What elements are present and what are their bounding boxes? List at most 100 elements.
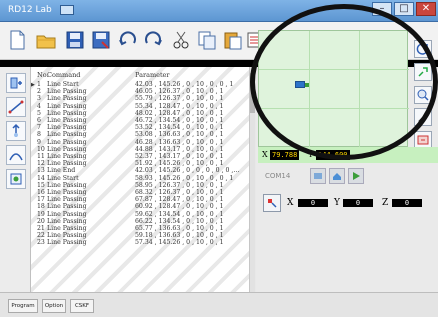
row-no: 6 [37,117,41,124]
app-window: RD12 Lab – □ ✕ No. Command Parameter ▶ 1… [0,0,438,317]
row-command: Line Passing [47,210,87,218]
command-table: No. Command Parameter ▶ 1 Line Start 42.03 … [31,67,255,292]
row-command: Line Passing [47,117,87,124]
row-command: Line End [47,167,76,175]
new-file-icon[interactable] [4,27,30,53]
table-row[interactable]: 2 Line Passing 46.05 , 126.37 , 0 , 10 , 0… [31,88,254,95]
table-row[interactable]: ▶ 1 Line Start 42.03 , 145.26 , 0 , 10 , 0 … [31,81,254,88]
table-row[interactable]: 5 Line Passing 48.02 , 128.47 , 0 , 10 , 0… [31,110,254,117]
jog-button[interactable] [263,194,281,212]
open-folder-icon[interactable] [33,27,59,53]
dispense-dot-button[interactable] [6,169,26,189]
row-no: 22 [37,232,45,240]
cut-icon[interactable] [168,27,194,53]
minimize-button[interactable]: – [372,2,392,16]
save-icon[interactable] [62,27,88,53]
table-row[interactable]: 8 Line Passing 53.08 , 136.63 , 0 , 10 , 0… [31,131,254,138]
scrollbar-thumb[interactable] [250,73,255,113]
maximize-button[interactable]: □ [394,2,414,16]
row-no: 21 [37,225,45,232]
row-no: 4 [37,102,41,110]
jog-x-value[interactable]: 0 [298,199,328,207]
z-move-button[interactable] [6,121,26,141]
zoom-out-button[interactable] [414,86,432,104]
row-parameter: 66.22 , 134.54 , 0 , 10 , 0 , 1 [135,217,224,225]
jog-icon [268,199,277,208]
table-row[interactable]: 23 Line Passing 57.34 , 145.26 , 0 , 10 , … [31,239,254,246]
home-button[interactable] [329,168,345,184]
table-row[interactable]: 18 Line Passing 60.92 , 128.47 , 0 , 10 , … [31,203,254,211]
table-row[interactable]: 7 Line Passing 53.52 , 134.54 , 0 , 10 , 0… [31,124,254,132]
table-row[interactable]: 6 Line Passing 46.72 , 134.54 , 0 , 10 , 0… [31,117,254,124]
window-title: RD12 Lab [8,5,52,15]
copy-icon[interactable] [194,27,220,53]
row-parameter: 67.87 , 128.47 , 0 , 10 , 0 , 1 [135,196,224,204]
row-no: 20 [37,217,45,225]
row-no: 14 [37,174,45,182]
table-row[interactable]: 17 Line Passing 67.87 , 128.47 , 0 , 10 , … [31,196,254,204]
arc-point-button[interactable] [6,145,26,165]
close-button[interactable]: ✕ [416,2,436,16]
coordinate-readout: X 79.788 Y 144.600 [258,147,438,163]
table-row[interactable]: 9 Line Passing 46.28 , 136.63 , 0 , 10 , 0… [31,138,254,146]
table-row[interactable]: 20 Line Passing 66.22 , 134.54 , 0 , 10 , … [31,217,254,225]
row-command: Line Passing [47,189,87,196]
fit-view-icon [417,135,429,145]
table-row[interactable]: 15 Line Passing 58.95 , 126.37 , 0 , 10 , … [31,181,254,189]
tab-program[interactable]: Program [8,299,38,313]
table-row[interactable]: 10 Line Passing 44.88 , 143.17 , 0 , 10 , … [31,145,254,153]
grid-line [309,31,310,148]
row-parameter: 53.52 , 134.54 , 0 , 10 , 0 , 1 [135,124,224,132]
table-row[interactable]: 14 Line Start 58.93 , 145.26 , 0 , 10 , 0 … [31,174,254,182]
z-move-icon [12,123,20,137]
table-row[interactable]: 12 Line Passing 51.92 , 145.26 , 0 , 10 , … [31,160,254,168]
row-command: Line Passing [47,203,87,211]
tab-cskf[interactable]: CSKF [70,299,94,313]
row-no: 19 [37,210,45,218]
table-row[interactable]: 13 Line End 42.03 , 145.26 , 0 , 0 , 0 , 0… [31,167,254,175]
zoom-in-button[interactable] [414,63,432,81]
row-command: Line Passing [47,124,87,132]
connect-button[interactable] [310,168,326,184]
redo-icon[interactable] [140,27,166,53]
jog-y-value[interactable]: 0 [343,199,373,207]
table-row[interactable]: 16 Line Passing 68.32 , 126.37 , 0 , 10 , … [31,189,254,196]
tab-option[interactable]: Option [42,299,66,313]
table-row[interactable]: 22 Line Passing 59.18 , 136.63 , 0 , 10 , … [31,232,254,240]
row-no: 1 [37,81,41,88]
title-tab-icon [60,5,74,15]
pencil-icon [418,113,428,123]
row-parameter: 58.95 , 126.37 , 0 , 10 , 0 , 1 [135,181,224,189]
insert-point-button[interactable] [6,73,26,93]
table-scrollbar[interactable] [249,67,255,292]
home-icon [333,173,341,180]
undo-icon[interactable] [115,27,141,53]
row-no: 16 [37,189,45,196]
refresh-view-button[interactable] [414,40,432,58]
line-point-button[interactable] [6,97,26,117]
row-parameter: 51.92 , 145.26 , 0 , 10 , 0 , 1 [135,160,224,168]
save-as-icon[interactable] [88,27,114,53]
row-no: 17 [37,196,45,204]
jog-z-value[interactable]: 0 [392,199,422,207]
jog-z-label: Z [382,198,389,208]
pan-button[interactable] [414,108,432,126]
row-command: Line Passing [47,138,87,146]
run-button[interactable] [348,168,364,184]
table-row[interactable]: 19 Line Passing 59.62 , 134.54 , 0 , 10 , … [31,210,254,218]
row-parameter: 42.03 , 145.26 , 0 , 0 , 0 , 0 , 0 ,... [135,167,240,175]
row-no: 3 [37,95,41,103]
table-row[interactable]: 4 Line Passing 55.34 , 128.47 , 0 , 10 , 0… [31,102,254,110]
table-row[interactable]: 21 Line Passing 65.77 , 136.63 , 0 , 10 , … [31,225,254,232]
row-no: 7 [37,124,41,132]
row-parameter: 59.62 , 134.54 , 0 , 10 , 0 , 1 [135,210,224,218]
table-row[interactable]: 11 Line Passing 52.37 , 143.17 , 0 , 10 , … [31,153,254,160]
current-row-arrow-icon: ▶ [31,82,35,88]
row-command: Line Passing [47,95,87,103]
row-command: Line Passing [47,196,87,204]
preview-canvas[interactable] [258,30,409,148]
grid-line [359,31,360,148]
table-row[interactable]: 3 Line Passing 55.79 , 126.37 , 0 , 10 , 0… [31,95,254,103]
row-parameter: 44.88 , 143.17 , 0 , 10 , 0 , 1 [135,145,224,153]
table-header: No. Command Parameter [31,71,254,80]
